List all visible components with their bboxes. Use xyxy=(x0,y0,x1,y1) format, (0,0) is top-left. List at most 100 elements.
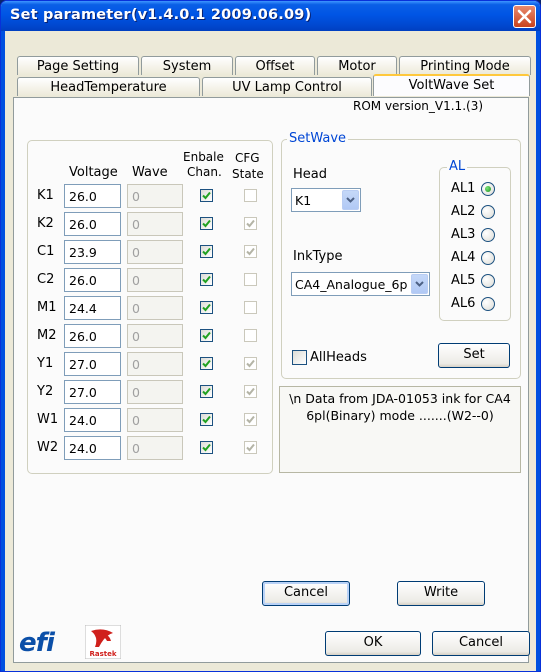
voltage-input[interactable]: 27.0 xyxy=(64,380,121,404)
voltage-input[interactable]: 27.0 xyxy=(64,352,121,376)
voltage-input[interactable]: 26.0 xyxy=(64,184,121,208)
cfg-state-checkbox xyxy=(244,385,257,398)
title-bar[interactable]: Set parameter(v1.4.0.1 2009.06.09) xyxy=(1,1,540,31)
voltage-input[interactable]: 23.9 xyxy=(64,240,121,264)
al-radio-al2[interactable] xyxy=(481,205,495,219)
rastek-logo-text: Rastek xyxy=(89,650,116,658)
wave-input: 0 xyxy=(127,380,183,404)
chevron-down-icon xyxy=(346,197,355,203)
wave-input: 0 xyxy=(127,296,183,320)
al-option-label: AL2 xyxy=(451,204,476,219)
cancel-button[interactable]: Cancel xyxy=(432,631,530,656)
cfg-state-checkbox xyxy=(244,189,257,202)
tab-motor[interactable]: Motor xyxy=(317,56,397,75)
write-button[interactable]: Write xyxy=(397,581,485,606)
enable-channel-checkbox[interactable] xyxy=(200,245,213,258)
cfg-state-checkbox xyxy=(244,441,257,454)
channel-label: Y1 xyxy=(37,356,54,371)
inktype-dropdown-button[interactable] xyxy=(411,274,428,294)
al-group-title: AL xyxy=(447,159,468,174)
wave-input: 0 xyxy=(127,240,183,264)
wave-header: Wave xyxy=(132,165,168,180)
rastek-logo: Rastek xyxy=(84,624,122,660)
head-select[interactable]: K1 xyxy=(291,188,361,212)
message-line2: 6pl(Binary) mode .......(W2--0) xyxy=(306,408,494,423)
al-radio-al5[interactable] xyxy=(481,274,495,288)
voltage-input[interactable]: 24.0 xyxy=(64,436,121,460)
wave-input: 0 xyxy=(127,324,183,348)
efi-logo: efi xyxy=(19,628,55,658)
channel-label: W2 xyxy=(37,440,59,455)
inktype-label: InkType xyxy=(293,249,343,264)
tab-system[interactable]: System xyxy=(141,56,233,75)
head-select-value: K1 xyxy=(295,193,312,208)
channel-label: M1 xyxy=(37,300,57,315)
allheads-label: AllHeads xyxy=(310,350,367,365)
channel-label: Y2 xyxy=(37,384,54,399)
radio-selected-dot xyxy=(485,186,491,192)
tab-page-setting[interactable]: Page Setting xyxy=(17,56,139,75)
inktype-select-value: CA4_Analogue_6p xyxy=(295,277,408,292)
voltage-input[interactable]: 24.4 xyxy=(64,296,121,320)
ok-button[interactable]: OK xyxy=(325,631,421,656)
enable-header-line2: Chan. xyxy=(187,165,222,179)
rom-version-label: ROM version_V1.1.(3) xyxy=(353,99,484,113)
tab-voltwave-set[interactable]: VoltWave Set xyxy=(373,74,530,96)
al-radio-al1[interactable] xyxy=(481,182,495,196)
enable-channel-checkbox[interactable] xyxy=(200,273,213,286)
close-button[interactable] xyxy=(513,5,536,28)
wave-input: 0 xyxy=(127,436,183,460)
voltage-input[interactable]: 26.0 xyxy=(64,212,121,236)
cfg-state-checkbox xyxy=(244,329,257,342)
set-button[interactable]: Set xyxy=(438,343,510,368)
message-box: \n Data from JDA-01053 ink for CA4 6pl(B… xyxy=(279,386,521,473)
enable-channel-checkbox[interactable] xyxy=(200,385,213,398)
enable-channel-checkbox[interactable] xyxy=(200,441,213,454)
al-option-label: AL5 xyxy=(451,273,476,288)
head-dropdown-button[interactable] xyxy=(342,190,359,210)
voltage-input[interactable]: 24.0 xyxy=(64,408,121,432)
channel-label: W1 xyxy=(37,412,59,427)
efi-logo-text: efi xyxy=(19,628,55,658)
window-border-right xyxy=(536,31,540,671)
cfg-state-checkbox xyxy=(244,413,257,426)
head-label: Head xyxy=(293,167,327,182)
tab-offset[interactable]: Offset xyxy=(235,56,315,75)
setwave-group-title: SetWave xyxy=(287,131,349,146)
window-title: Set parameter(v1.4.0.1 2009.06.09) xyxy=(10,7,312,23)
tab-head-temperature[interactable]: HeadTemperature xyxy=(17,77,200,96)
allheads-checkbox[interactable] xyxy=(292,350,307,365)
chevron-down-icon xyxy=(415,281,424,287)
enable-channel-checkbox[interactable] xyxy=(200,217,213,230)
wave-input: 0 xyxy=(127,184,183,208)
cancel-inner-button[interactable]: Cancel xyxy=(262,581,350,606)
channel-label: C1 xyxy=(37,244,55,259)
tab-uv-lamp-control[interactable]: UV Lamp Control xyxy=(202,77,372,96)
window-border-left xyxy=(1,31,5,671)
channel-label: M2 xyxy=(37,328,57,343)
al-radio-al6[interactable] xyxy=(481,297,495,311)
voltage-input[interactable]: 26.0 xyxy=(64,324,121,348)
enable-channel-checkbox[interactable] xyxy=(200,189,213,202)
enable-channel-checkbox[interactable] xyxy=(200,413,213,426)
dialog-window: Set parameter(v1.4.0.1 2009.06.09) Page … xyxy=(0,0,541,672)
al-option-label: AL6 xyxy=(451,296,476,311)
cfg-state-checkbox xyxy=(244,245,257,258)
channel-label: C2 xyxy=(37,272,55,287)
enable-channel-checkbox[interactable] xyxy=(200,329,213,342)
voltage-input[interactable]: 26.0 xyxy=(64,268,121,292)
message-line1: \n Data from JDA-01053 ink for CA4 xyxy=(289,391,511,406)
al-option-label: AL1 xyxy=(451,181,476,196)
enable-channel-checkbox[interactable] xyxy=(200,357,213,370)
channel-label: K2 xyxy=(37,216,54,231)
cfg-state-checkbox xyxy=(244,357,257,370)
al-radio-al3[interactable] xyxy=(481,228,495,242)
tab-printing-mode[interactable]: Printing Mode xyxy=(399,56,531,75)
al-option-label: AL3 xyxy=(451,227,476,242)
al-radio-al4[interactable] xyxy=(481,251,495,265)
enable-channel-checkbox[interactable] xyxy=(200,301,213,314)
wave-input: 0 xyxy=(127,408,183,432)
al-option-label: AL4 xyxy=(451,250,476,265)
wave-input: 0 xyxy=(127,212,183,236)
inktype-select[interactable]: CA4_Analogue_6p xyxy=(291,272,430,296)
